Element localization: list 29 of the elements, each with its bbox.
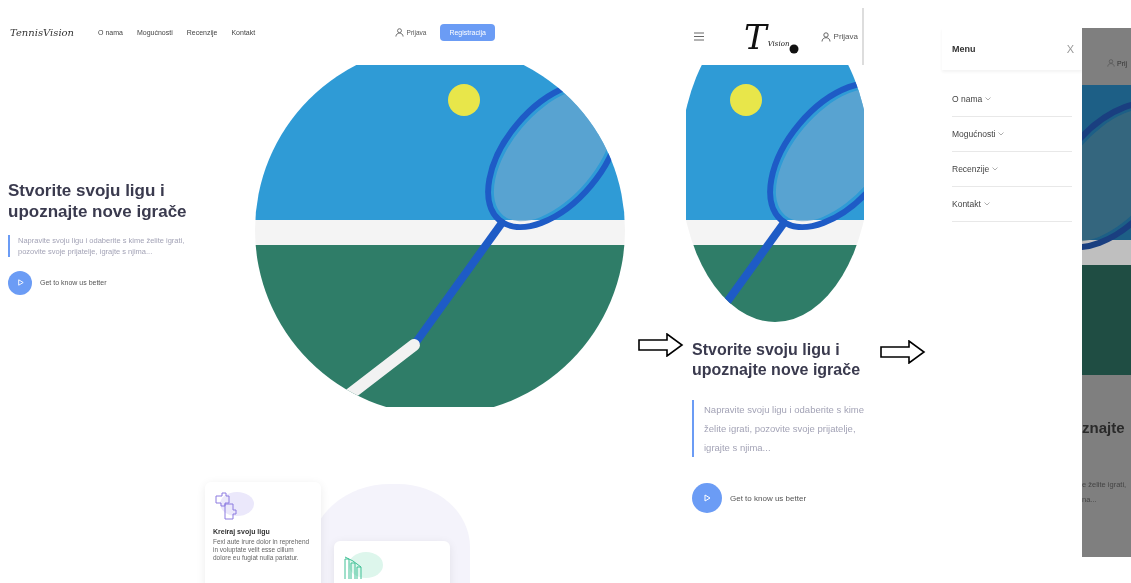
play-icon [15,278,25,287]
bar-chart-icon [342,549,384,579]
menu-item[interactable]: Mogućnosti [952,117,1072,152]
play-button[interactable] [692,483,722,513]
chevron-down-icon [998,132,1005,136]
menu-item[interactable]: Kontakt [952,187,1072,222]
play-icon [702,493,712,503]
chevron-down-icon [983,202,990,206]
right-arrow-icon [880,340,926,364]
user-icon [820,31,831,42]
hero-text: Napravite svoju ligu i odaberite s kime želite igrati, pozovite svoje prijatelje, igrajte s njima... [692,400,864,457]
puzzle-icon [213,490,255,520]
login-link[interactable]: Prijava [820,31,858,42]
menu-item[interactable]: Recenzije [952,152,1072,187]
tennis-ball-icon [789,43,800,54]
menu-title: Menu [952,44,976,54]
chevron-down-icon [992,167,999,171]
hero-title: znajte [1082,419,1126,436]
logo[interactable]: TennisVision [10,27,98,38]
play-button[interactable] [8,270,32,295]
user-icon [1107,59,1115,67]
menu-item[interactable]: O nama [952,82,1072,117]
menu-icon[interactable] [694,32,704,41]
hero-title: Stvorite svoju ligu i upoznajte nove igrače [8,180,188,223]
hero-title: Stvorite svoju ligu i upoznajte nove igrače [692,340,862,380]
user-icon [394,28,404,37]
right-arrow-icon [637,333,684,357]
chevron-down-icon [985,97,992,101]
cta-link[interactable]: Get to know us better [730,493,807,503]
